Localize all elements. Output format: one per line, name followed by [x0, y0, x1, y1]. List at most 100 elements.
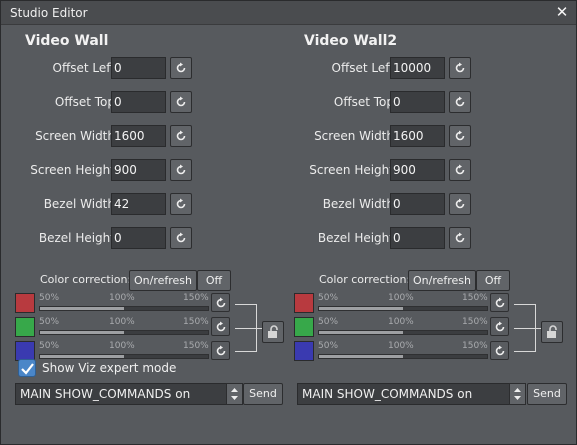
blue-slider[interactable]: 50% 100% 150%	[318, 341, 488, 361]
blue-color-swatch	[294, 341, 314, 361]
slider-fill	[319, 331, 403, 334]
screen-height-label: Screen Height	[30, 163, 115, 177]
slider-fill	[40, 355, 124, 358]
slider-fill	[319, 355, 403, 358]
tick-label: 100%	[388, 317, 414, 327]
color-correction-off-button[interactable]: Off	[197, 270, 231, 291]
bezel-width-label: Bezel Width	[43, 197, 115, 211]
reset-offset-top-button[interactable]	[170, 91, 192, 113]
section-title: Video Wall2	[304, 33, 398, 49]
screen-width-input[interactable]	[390, 125, 445, 147]
offset-top-label: Offset Top	[333, 95, 394, 109]
reset-bezel-height-button[interactable]	[449, 227, 471, 249]
reset-screen-height-button[interactable]	[170, 159, 192, 181]
reset-screen-width-button[interactable]	[449, 125, 471, 147]
red-slider[interactable]: 50% 100% 150%	[318, 293, 488, 313]
tick-label: 150%	[462, 293, 488, 303]
expert-mode-checkbox[interactable]	[18, 359, 36, 377]
red-color-swatch	[294, 293, 314, 313]
reset-bezel-width-button[interactable]	[170, 193, 192, 215]
send-button-2[interactable]: Send	[527, 383, 567, 405]
reset-bezel-height-button[interactable]	[170, 227, 192, 249]
unlock-button[interactable]	[541, 321, 563, 343]
color-correction-off-button[interactable]: Off	[476, 270, 510, 291]
tick-label: 150%	[462, 341, 488, 351]
offset-top-row: Offset Top	[1, 91, 201, 113]
command-spinner-1[interactable]	[226, 383, 243, 405]
slider-fill	[40, 307, 124, 310]
video-wall-panel: Video Wall Offset Left Offset Top Screen…	[1, 25, 289, 445]
reset-blue-button[interactable]	[211, 341, 230, 360]
green-slider[interactable]: 50% 100% 150%	[318, 317, 488, 337]
slider-fill	[319, 307, 403, 310]
bezel-height-row: Bezel Height	[280, 227, 480, 249]
offset-top-input[interactable]	[390, 91, 445, 113]
bezel-height-input[interactable]	[390, 227, 445, 249]
bezel-height-label: Bezel Height	[38, 231, 115, 245]
reset-screen-width-button[interactable]	[170, 125, 192, 147]
reset-green-button[interactable]	[211, 317, 230, 336]
offset-top-input[interactable]	[111, 91, 166, 113]
green-slider[interactable]: 50% 100% 150%	[39, 317, 209, 337]
slider-track[interactable]	[318, 354, 488, 359]
offset-left-label: Offset Left	[52, 61, 115, 75]
screen-width-label: Screen Width	[314, 129, 394, 143]
video-wall2-panel: Video Wall2 Offset Left Offset Top Scree…	[280, 25, 568, 445]
blue-slider[interactable]: 50% 100% 150%	[39, 341, 209, 361]
offset-top-label: Offset Top	[54, 95, 115, 109]
slider-fill	[40, 331, 124, 334]
screen-height-input[interactable]	[390, 159, 445, 181]
command-input-1[interactable]: MAIN SHOW_COMMANDS on	[15, 383, 227, 405]
screen-width-row: Screen Width	[1, 125, 201, 147]
tick-label: 150%	[183, 317, 209, 327]
color-correction-on-button[interactable]: On/refresh	[408, 270, 476, 291]
tick-label: 50%	[318, 293, 339, 303]
slider-track[interactable]	[318, 306, 488, 311]
tick-label: 50%	[39, 293, 60, 303]
offset-left-input[interactable]	[111, 57, 166, 79]
slider-track[interactable]	[318, 330, 488, 335]
section-title: Video Wall	[25, 33, 109, 49]
red-slider[interactable]: 50% 100% 150%	[39, 293, 209, 313]
offset-left-row: Offset Left	[1, 57, 201, 79]
reset-offset-left-button[interactable]	[170, 57, 192, 79]
bezel-width-row: Bezel Width	[1, 193, 201, 215]
tick-label: 50%	[318, 317, 339, 327]
tick-label: 100%	[109, 341, 135, 351]
slider-track[interactable]	[39, 330, 209, 335]
window-title: Studio Editor	[10, 6, 88, 20]
bezel-height-row: Bezel Height	[1, 227, 201, 249]
reset-screen-height-button[interactable]	[449, 159, 471, 181]
color-correction-label: Color correction:	[40, 273, 132, 286]
reset-green-button[interactable]	[490, 317, 509, 336]
tick-label: 100%	[388, 293, 414, 303]
tick-label: 100%	[109, 317, 135, 327]
reset-red-button[interactable]	[211, 293, 230, 312]
bezel-height-input[interactable]	[111, 227, 166, 249]
offset-left-input[interactable]	[390, 57, 445, 79]
send-button-1[interactable]: Send	[243, 383, 283, 405]
tick-label: 150%	[183, 341, 209, 351]
screen-height-input[interactable]	[111, 159, 166, 181]
expert-mode-label: Show Viz expert mode	[42, 361, 177, 375]
reset-red-button[interactable]	[490, 293, 509, 312]
slider-track[interactable]	[39, 306, 209, 311]
screen-width-input[interactable]	[111, 125, 166, 147]
bezel-width-label: Bezel Width	[322, 197, 394, 211]
bezel-width-input[interactable]	[111, 193, 166, 215]
reset-offset-top-button[interactable]	[449, 91, 471, 113]
slider-track[interactable]	[39, 354, 209, 359]
reset-bezel-width-button[interactable]	[449, 193, 471, 215]
close-icon[interactable]: ✕	[554, 4, 570, 20]
reset-offset-left-button[interactable]	[449, 57, 471, 79]
bezel-width-input[interactable]	[390, 193, 445, 215]
offset-left-label: Offset Left	[331, 61, 394, 75]
command-input-2[interactable]: MAIN SHOW_COMMANDS on	[297, 383, 510, 405]
command-value-2: MAIN SHOW_COMMANDS on	[302, 387, 473, 401]
reset-blue-button[interactable]	[490, 341, 509, 360]
link-bracket-line	[514, 328, 541, 329]
color-correction-on-button[interactable]: On/refresh	[129, 270, 197, 291]
command-spinner-2[interactable]	[509, 383, 526, 405]
title-bar: Studio Editor ✕	[1, 1, 576, 25]
green-color-swatch	[294, 317, 314, 337]
